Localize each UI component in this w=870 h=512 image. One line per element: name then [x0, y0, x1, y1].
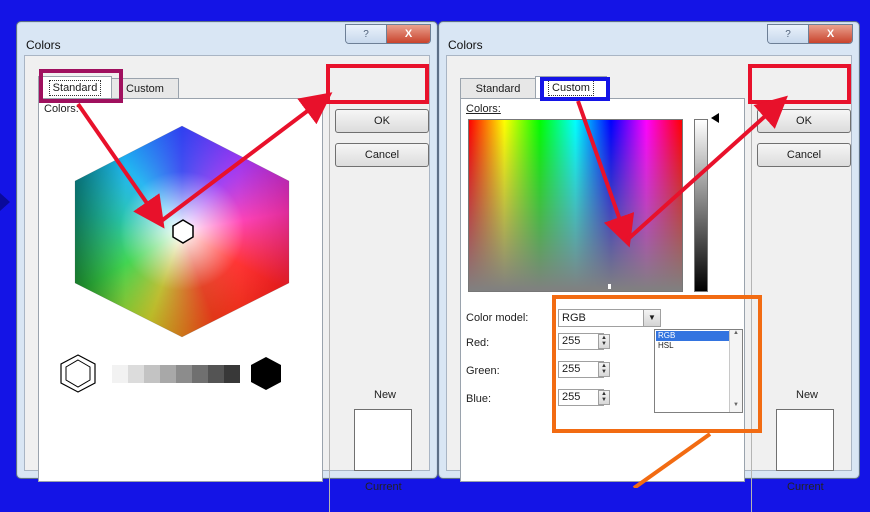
arrow-spectrum-to-ok	[625, 95, 788, 242]
arrow-tab-to-spectrum	[576, 100, 635, 248]
annotation-arrows	[76, 92, 788, 488]
arrow-orange-pointer	[632, 432, 712, 488]
arrow-hex-to-ok	[158, 92, 333, 224]
arrow-tab-to-hex	[76, 102, 165, 229]
